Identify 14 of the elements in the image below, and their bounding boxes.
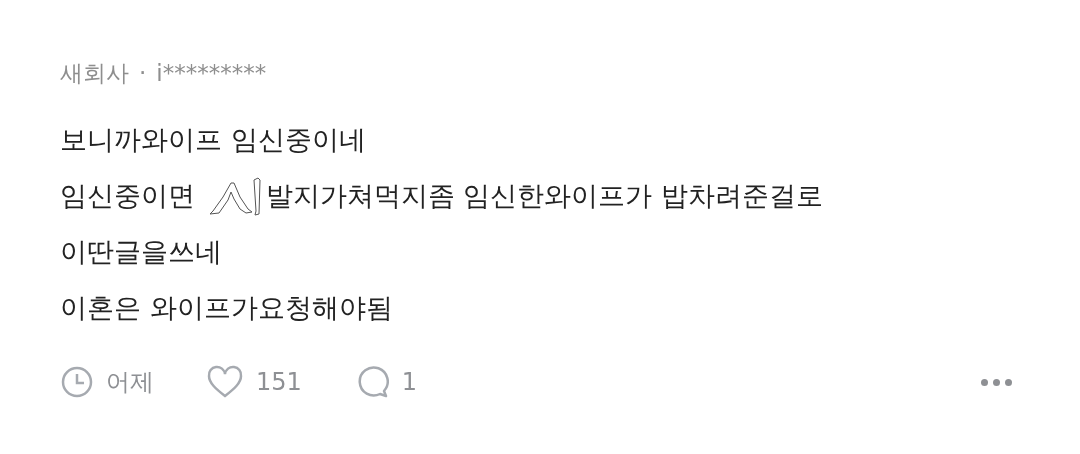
comment-text: 발지가쳐먹지좀 임신한와이프가 밥차려준걸로 bbox=[265, 179, 823, 213]
heart-icon bbox=[206, 365, 244, 399]
legs-drawing bbox=[207, 176, 264, 216]
separator-dot: · bbox=[139, 60, 147, 86]
clock-icon bbox=[60, 365, 94, 399]
like-button[interactable]: 151 bbox=[206, 365, 302, 399]
comment-text: 이딴글을쓰네 bbox=[60, 235, 222, 269]
comment-text: 임신중이면 bbox=[60, 179, 196, 213]
company-name: 새회사 bbox=[60, 58, 129, 88]
user-id: i********* bbox=[156, 60, 267, 86]
comment-text: 보니까와이프 임신중이네 bbox=[60, 123, 366, 157]
comment-button[interactable]: 1 bbox=[353, 364, 418, 400]
post-time: 어제 bbox=[106, 367, 154, 398]
comment-text: 이혼은 와이프가요청해야됨 bbox=[60, 291, 393, 325]
